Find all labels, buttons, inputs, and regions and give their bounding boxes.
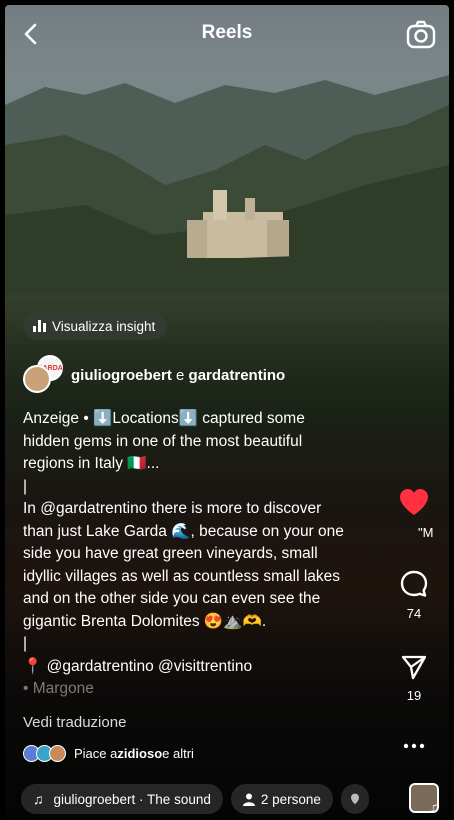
bottom-pills: ♫ giuliogroebert · The sound 2 persone [21,784,369,814]
music-note-icon: ♫ [33,791,44,807]
reel-caption[interactable]: Anzeige • ⬇️Locations⬇️ captured some hi… [23,408,383,701]
person-icon [242,793,255,806]
caption-line: 📍 @gardatrentino @visittrentino [23,657,253,675]
see-translation-link[interactable]: Vedi traduzione [23,714,126,731]
liked-by[interactable]: Piace a zidioso e altri [23,745,194,762]
paper-plane-icon [401,655,427,680]
share-button[interactable]: 19 [379,653,449,703]
audio-pill[interactable]: ♫ giuliogroebert · The sound [21,784,223,814]
camera-icon[interactable] [405,19,437,51]
comment-preview[interactable]: "M [418,525,433,540]
shares-count: 19 [406,688,422,703]
bar-chart-icon [33,320,46,332]
view-insights-label: Visualizza insight [52,318,156,334]
more-icon [403,743,425,749]
caption-line: | [23,635,28,652]
comment-button[interactable]: 74 [379,569,449,621]
avatar [49,745,66,762]
location-pin-icon [350,793,359,805]
liked-by-avatars [23,745,66,762]
audio-label: giuliogroebert · The sound [53,791,211,807]
caption-line: idyllic villages as well as countless sm… [23,567,341,585]
caption-line: and on the other side you can even see t… [23,590,321,607]
comments-count: 74 [406,606,422,621]
caption-line: gigantic Brenta Dolomites 😍⛰️🫶. [23,612,267,630]
caption-line: side you have great green vineyards, sma… [23,545,318,562]
castle-image [183,190,299,270]
caption-line: • Margone [23,680,94,697]
caption-line: regions in Italy 🇮🇹... [23,455,160,472]
view-insights-button[interactable]: Visualizza insight [23,312,168,340]
author-avatars[interactable]: GARDA [23,355,67,395]
author-link-giuliogroebert[interactable]: giuliogroebert [71,367,172,384]
music-note-icon: ♫ [429,799,440,815]
liked-by-suffix: e altri [162,746,194,761]
author-link-gardatrentino[interactable]: gardatrentino [189,367,286,384]
author-connector: e [176,366,185,384]
caption-line: hidden gems in one of the most beautiful [23,432,303,450]
caption-line: than just Lake Garda 🌊, because on your … [23,522,344,540]
comment-icon [400,570,428,597]
location-pill[interactable] [340,784,369,814]
caption-line: Anzeige • ⬇️Locations⬇️ captured some [23,410,305,427]
tagged-people-pill[interactable]: 2 persone [230,784,333,814]
reel-video[interactable]: Reels Visualizza insight GARDA giuliogro… [5,5,449,817]
avatar-giuliogroebert [23,365,51,393]
reel-authors: GARDA giuliogroebert e gardatrentino [23,355,285,395]
caption-line: | [23,477,28,495]
top-bar: Reels [5,5,449,65]
tagged-people-label: 2 persone [260,791,321,807]
like-button[interactable] [379,487,449,522]
heart-icon [400,489,428,515]
more-options-button[interactable] [379,737,449,755]
liked-by-prefix: Piace a [74,746,118,761]
liked-by-user[interactable]: zidioso [117,746,162,761]
author-names: giuliogroebert e gardatrentino [71,367,285,384]
page-title: Reels [201,22,253,43]
caption-line: In @gardatrentino there is more to disco… [23,500,322,517]
